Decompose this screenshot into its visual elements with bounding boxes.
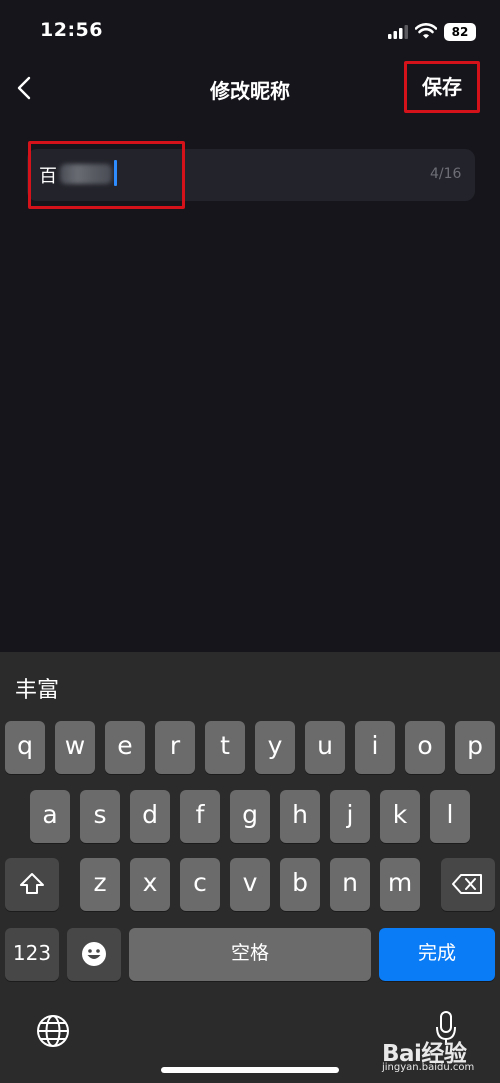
shift-key[interactable] bbox=[5, 858, 59, 911]
space-key[interactable]: 空格 bbox=[129, 928, 371, 981]
key-v[interactable]: v bbox=[230, 858, 270, 911]
input-highlight-box bbox=[28, 141, 185, 209]
candidate-word[interactable]: 丰富 bbox=[15, 672, 59, 704]
key-k[interactable]: k bbox=[380, 790, 420, 843]
key-m[interactable]: m bbox=[380, 858, 420, 911]
backspace-icon bbox=[452, 874, 482, 894]
key-a[interactable]: a bbox=[30, 790, 70, 843]
status-time: 12:56 bbox=[40, 19, 103, 41]
watermark: Bai经验 jingyan.baidu.com bbox=[382, 1032, 494, 1077]
character-counter: 4/16 bbox=[430, 166, 462, 182]
shift-icon bbox=[20, 873, 44, 894]
key-y[interactable]: y bbox=[255, 721, 295, 774]
key-z[interactable]: z bbox=[80, 858, 120, 911]
key-p[interactable]: p bbox=[455, 721, 495, 774]
numbers-key[interactable]: 123 bbox=[5, 928, 59, 981]
key-l[interactable]: l bbox=[430, 790, 470, 843]
emoji-icon bbox=[82, 942, 106, 966]
key-h[interactable]: h bbox=[280, 790, 320, 843]
key-e[interactable]: e bbox=[105, 721, 145, 774]
emoji-key[interactable] bbox=[67, 928, 121, 981]
key-j[interactable]: j bbox=[330, 790, 370, 843]
key-g[interactable]: g bbox=[230, 790, 270, 843]
cellular-signal-icon bbox=[388, 25, 408, 39]
key-s[interactable]: s bbox=[80, 790, 120, 843]
key-o[interactable]: o bbox=[405, 721, 445, 774]
key-i[interactable]: i bbox=[355, 721, 395, 774]
key-w[interactable]: w bbox=[55, 721, 95, 774]
key-f[interactable]: f bbox=[180, 790, 220, 843]
key-q[interactable]: q bbox=[5, 721, 45, 774]
delete-key[interactable] bbox=[441, 858, 495, 911]
save-button[interactable]: 保存 bbox=[404, 61, 480, 113]
key-x[interactable]: x bbox=[130, 858, 170, 911]
done-key[interactable]: 完成 bbox=[379, 928, 495, 981]
key-c[interactable]: c bbox=[180, 858, 220, 911]
key-r[interactable]: r bbox=[155, 721, 195, 774]
globe-icon[interactable] bbox=[36, 1014, 70, 1048]
home-indicator[interactable] bbox=[161, 1067, 339, 1073]
battery-icon: 82 bbox=[444, 23, 476, 41]
key-n[interactable]: n bbox=[330, 858, 370, 911]
key-d[interactable]: d bbox=[130, 790, 170, 843]
key-u[interactable]: u bbox=[305, 721, 345, 774]
watermark-url: jingyan.baidu.com bbox=[382, 1062, 475, 1073]
wifi-icon bbox=[415, 23, 437, 39]
key-t[interactable]: t bbox=[205, 721, 245, 774]
key-b[interactable]: b bbox=[280, 858, 320, 911]
